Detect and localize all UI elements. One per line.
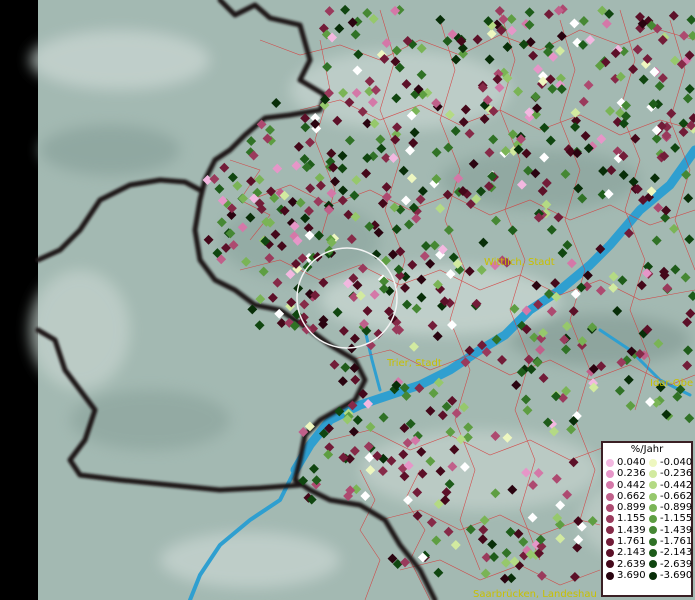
legend-swatch xyxy=(649,458,657,467)
legend-swatch xyxy=(606,503,614,512)
legend-value: 1.761 xyxy=(617,536,646,548)
legend-swatch xyxy=(649,492,657,501)
legend-entry: 1.439 xyxy=(603,525,646,536)
legend-value: -1.155 xyxy=(660,513,693,525)
legend-swatch xyxy=(606,469,614,478)
legend-entry: -0.899 xyxy=(646,502,693,514)
legend-swatch xyxy=(649,549,657,558)
legend-negative-column: -0.040 -0.236 -0.442 -0.662 -0.899 -1.155 -1.4… xyxy=(646,457,693,581)
legend-swatch xyxy=(606,492,614,501)
legend-entry: -1.155 xyxy=(646,513,693,525)
legend-value: -0.040 xyxy=(660,457,693,468)
legend-entry: -3.690 xyxy=(646,569,693,581)
legend-entry: -0.236 xyxy=(646,468,693,480)
legend-entry: -1.439 xyxy=(646,524,693,536)
legend-value: -0.899 xyxy=(660,502,693,514)
legend-entry: 0.236 xyxy=(603,468,646,479)
legend-value: 0.040 xyxy=(617,457,646,468)
legend-value: -1.439 xyxy=(660,524,693,536)
legend-value: -2.639 xyxy=(660,558,693,570)
legend-positive-column: 0.040 0.236 0.442 0.662 0.899 1.155 1.439 1.761… xyxy=(603,457,646,581)
legend-entry: 0.899 xyxy=(603,502,646,513)
legend-value: -3.690 xyxy=(660,569,693,581)
legend-entry: -2.143 xyxy=(646,547,693,559)
map-frame-edge xyxy=(0,0,38,600)
legend-value: -1.761 xyxy=(660,536,693,548)
legend-swatch xyxy=(606,549,614,558)
legend-value: 0.236 xyxy=(617,468,646,480)
legend-swatch xyxy=(606,537,614,546)
legend-entry: -2.639 xyxy=(646,558,693,570)
legend-entry: -0.442 xyxy=(646,479,693,491)
legend-value: 1.155 xyxy=(617,513,646,525)
legend-value: -0.662 xyxy=(660,490,693,502)
legend-value: -2.143 xyxy=(660,547,693,559)
legend-swatch xyxy=(606,526,614,535)
legend-entry: 1.155 xyxy=(603,513,646,524)
legend-swatch xyxy=(649,560,657,569)
map-canvas[interactable] xyxy=(0,0,695,600)
legend-value: 3.690 xyxy=(617,569,646,581)
place-label-saarbruecken: Saarbrücken, Landeshau xyxy=(473,589,597,600)
legend-entry: 3.690 xyxy=(603,570,646,581)
legend-swatch xyxy=(606,560,614,569)
legend: %/Jahr 0.040 0.236 0.442 0.662 0.899 1.155 1.4… xyxy=(601,441,693,597)
legend-title: %/Jahr xyxy=(630,444,664,455)
legend-value: 0.899 xyxy=(617,502,646,514)
legend-entry: -1.761 xyxy=(646,536,693,548)
legend-swatch xyxy=(606,481,614,490)
legend-value: 0.442 xyxy=(617,479,646,491)
place-label-wittlich: Wittlich, Stadt xyxy=(484,257,555,268)
legend-entry: 1.761 xyxy=(603,536,646,547)
place-label-trier: Trier, Stadt xyxy=(387,358,442,369)
legend-entry: 0.040 xyxy=(603,457,646,468)
legend-value: -0.442 xyxy=(660,479,693,491)
legend-swatch xyxy=(649,515,657,524)
legend-swatch xyxy=(649,481,657,490)
legend-entry: 0.662 xyxy=(603,491,646,502)
legend-swatch xyxy=(649,571,657,580)
place-label-idar-oberstein: Idar-Obe xyxy=(650,378,694,389)
legend-entry: 2.639 xyxy=(603,559,646,570)
legend-swatch xyxy=(649,537,657,546)
legend-swatch xyxy=(649,503,657,512)
legend-swatch xyxy=(649,526,657,535)
legend-value: 1.439 xyxy=(617,524,646,536)
legend-value: -0.236 xyxy=(660,468,693,480)
legend-entry: -0.662 xyxy=(646,490,693,502)
legend-entry: 2.143 xyxy=(603,547,646,558)
legend-entry: 0.442 xyxy=(603,480,646,491)
legend-entry: -0.040 xyxy=(646,457,693,468)
legend-swatch xyxy=(606,515,614,524)
legend-swatch xyxy=(649,469,657,478)
legend-value: 0.662 xyxy=(617,490,646,502)
legend-swatch xyxy=(606,458,614,467)
legend-value: 2.639 xyxy=(617,558,646,570)
legend-swatch xyxy=(606,571,614,580)
legend-value: 2.143 xyxy=(617,547,646,559)
